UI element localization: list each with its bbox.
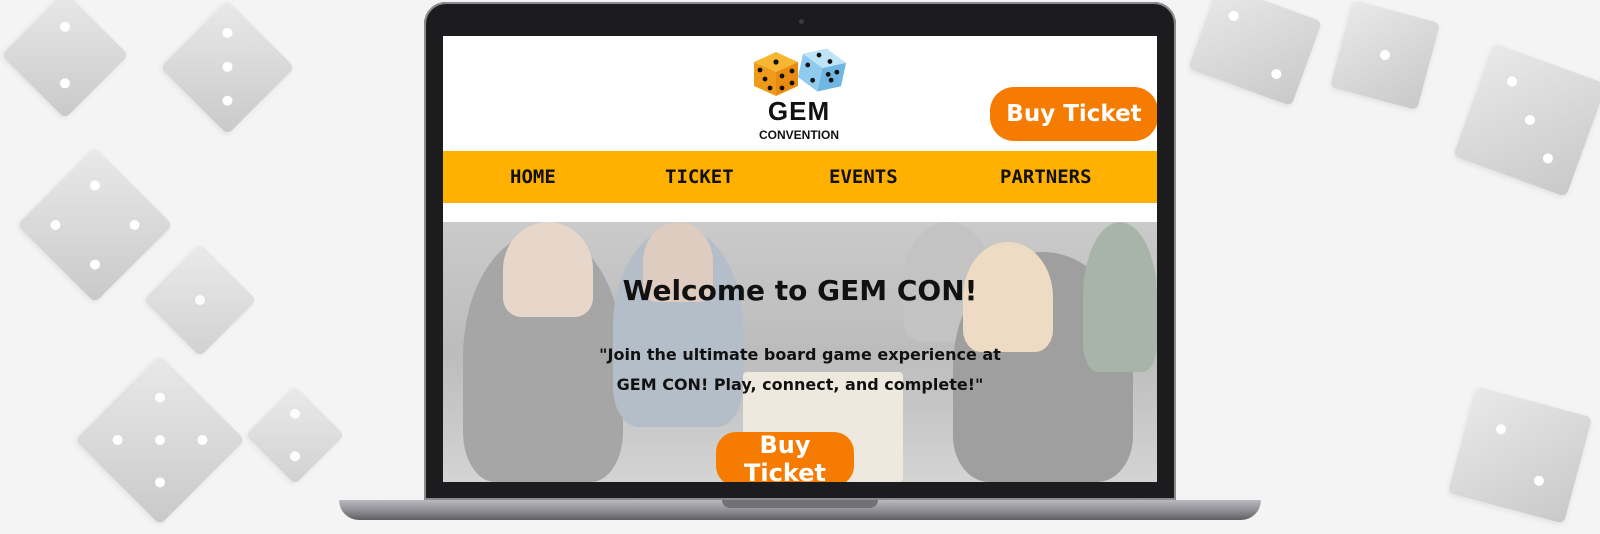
laptop-notch — [722, 500, 878, 508]
hero-section: Welcome to GEM CON! "Join the ultimate b… — [443, 222, 1157, 482]
logo-subtitle: CONVENTION — [758, 128, 839, 142]
hero-title: Welcome to GEM CON! — [622, 274, 978, 307]
nav-item-events[interactable]: EVENTS — [829, 151, 898, 203]
laptop-camera — [799, 19, 804, 24]
site-header: GEM CONVENTION Buy Ticket — [443, 36, 1157, 150]
site-logo[interactable]: GEM CONVENTION — [750, 44, 848, 144]
logo-title: GEM — [767, 96, 831, 126]
dice-logo-icon — [754, 48, 847, 96]
nav-item-ticket[interactable]: TICKET — [665, 151, 734, 203]
nav-item-partners[interactable]: PARTNERS — [1000, 151, 1092, 203]
hero-tagline: "Join the ultimate board game experience… — [599, 345, 1001, 394]
hero-buy-ticket-button[interactable]: Buy Ticket — [716, 431, 854, 482]
main-navigation: HOME TICKET EVENTS PARTNERS — [443, 151, 1157, 203]
nav-item-home[interactable]: HOME — [510, 151, 556, 203]
header-buy-ticket-button[interactable]: Buy Ticket — [990, 87, 1157, 141]
website-screen: GEM CONVENTION Buy Ticket HOME TICKET EV… — [443, 36, 1157, 482]
